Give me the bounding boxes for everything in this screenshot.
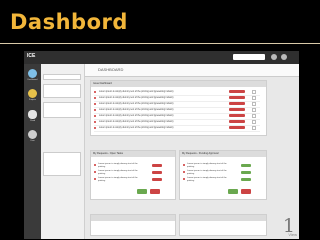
user-menu-box[interactable] xyxy=(233,54,265,60)
row-text: Lorem ipsum is simply dummy text of the … xyxy=(99,115,174,117)
status-badge xyxy=(152,171,162,174)
item-text: Lorem ipsum is simply dummy text of the … xyxy=(187,170,227,175)
app-logo: ICE xyxy=(27,53,36,59)
sidebar-label-dashboard: Dashboard xyxy=(27,79,38,81)
page-title: DASHBOARD xyxy=(98,67,124,72)
table-row[interactable]: Lorem ipsum is simply dummy text of the … xyxy=(94,126,260,132)
status-badge xyxy=(241,171,251,174)
user-area xyxy=(233,53,293,61)
subpanel-header: My Requests - Pending Approval xyxy=(180,151,266,157)
open-tasks-panel: My Requests - Open Tasks Lorem ipsum is … xyxy=(90,150,176,200)
subpanel-header: My Requests - Open Tasks xyxy=(91,151,175,157)
row-text: Lorem ipsum is simply dummy text of the … xyxy=(99,121,174,123)
subpanel-header xyxy=(91,215,175,221)
item-text: Lorem ipsum is simply dummy text of the … xyxy=(98,177,138,182)
status-icon xyxy=(94,178,96,180)
status-icon xyxy=(94,115,96,117)
row-text: Lorem ipsum is simply dummy text of the … xyxy=(99,91,174,93)
status-icon xyxy=(94,164,96,166)
status-icon xyxy=(94,171,96,173)
title-divider xyxy=(0,43,320,44)
status-icon xyxy=(183,178,185,180)
watermark-small: View xyxy=(288,232,297,237)
user-icon[interactable] xyxy=(28,130,37,139)
info-box-2 xyxy=(43,102,81,118)
row-action-button[interactable] xyxy=(252,114,256,118)
main-header: DASHBOARD xyxy=(85,64,299,77)
item-text: Lorem ipsum is simply dummy text of the … xyxy=(98,170,138,175)
row-text: Lorem ipsum is simply dummy text of the … xyxy=(99,97,174,99)
status-badge xyxy=(229,114,245,117)
sidebar-label-cloud: Cloud xyxy=(29,120,36,122)
cloud-icon[interactable] xyxy=(28,110,37,119)
status-icon xyxy=(183,164,185,166)
reject-button[interactable] xyxy=(150,189,160,194)
status-badge xyxy=(229,96,245,99)
dashboard-icon[interactable] xyxy=(28,69,37,78)
item-text: Lorem ipsum is simply dummy text of the … xyxy=(187,177,227,182)
slide-title: Dashbord xyxy=(10,10,128,34)
sidebar-label-user: User xyxy=(30,140,35,142)
status-badge xyxy=(229,90,245,93)
row-action-button[interactable] xyxy=(252,126,256,130)
filter-select[interactable] xyxy=(43,74,81,80)
status-badge xyxy=(229,102,245,105)
status-badge xyxy=(152,164,162,167)
secondary-panel xyxy=(41,64,85,239)
left-sidebar: Dashboard Projects Cloud User xyxy=(24,64,41,239)
reject-button[interactable] xyxy=(241,189,251,194)
info-box-3 xyxy=(43,152,81,176)
status-badge xyxy=(152,178,162,181)
app-top-bar: ICE xyxy=(24,51,299,64)
info-box-1 xyxy=(43,84,81,98)
status-icon xyxy=(94,127,96,129)
bottom-panel-right xyxy=(179,214,267,236)
item-text: Lorem ipsum is simply dummy text of the … xyxy=(98,163,138,168)
status-badge xyxy=(229,126,245,129)
status-badge xyxy=(241,178,251,181)
item-text: Lorem ipsum is simply dummy text of the … xyxy=(187,163,227,168)
subpanel-header xyxy=(180,215,266,221)
status-icon xyxy=(94,97,96,99)
issue-panel: Issue Dashboard Lorem ipsum is simply du… xyxy=(90,80,267,136)
status-icon xyxy=(94,121,96,123)
status-badge xyxy=(241,164,251,167)
settings-icon[interactable] xyxy=(271,54,277,60)
row-text: Lorem ipsum is simply dummy text of the … xyxy=(99,109,174,111)
status-icon xyxy=(94,103,96,105)
folder-icon[interactable] xyxy=(28,89,37,98)
power-icon[interactable] xyxy=(281,54,287,60)
dashboard-screenshot: ICE Dashboard Projects Cloud User DASHBO… xyxy=(24,51,299,239)
status-badge xyxy=(229,108,245,111)
row-text: Lorem ipsum is simply dummy text of the … xyxy=(99,127,174,129)
row-action-button[interactable] xyxy=(252,120,256,124)
sidebar-label-projects: Projects xyxy=(28,99,37,101)
row-text: Lorem ipsum is simply dummy text of the … xyxy=(99,103,174,105)
row-action-button[interactable] xyxy=(252,90,256,94)
main-content: DASHBOARD Issue Dashboard Lorem ipsum is… xyxy=(85,64,299,239)
bottom-panel-left xyxy=(90,214,176,236)
status-badge xyxy=(229,120,245,123)
status-icon xyxy=(94,109,96,111)
approve-button[interactable] xyxy=(228,189,238,194)
status-icon xyxy=(183,171,185,173)
approve-button[interactable] xyxy=(137,189,147,194)
row-action-button[interactable] xyxy=(252,108,256,112)
status-icon xyxy=(94,91,96,93)
row-action-button[interactable] xyxy=(252,102,256,106)
panel-header: Issue Dashboard xyxy=(91,81,266,87)
pending-approval-panel: My Requests - Pending Approval Lorem ips… xyxy=(179,150,267,200)
row-action-button[interactable] xyxy=(252,96,256,100)
